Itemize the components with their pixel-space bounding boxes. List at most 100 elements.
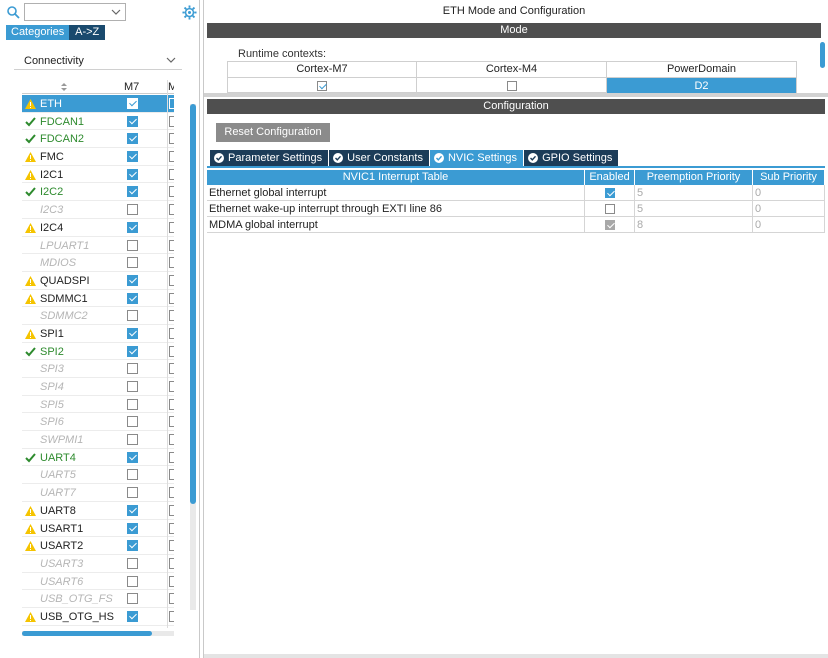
m4-checkbox[interactable]	[169, 133, 174, 145]
m4-checkbox[interactable]	[169, 381, 174, 392]
nvic-col-header-enabled[interactable]: Enabled	[585, 170, 635, 185]
vertical-scrollbar-thumb[interactable]	[190, 104, 196, 504]
nvic-col-header-preemption[interactable]: Preemption Priority	[635, 170, 753, 185]
gear-icon[interactable]	[182, 5, 197, 20]
ip-row-i2c3[interactable]: I2C3	[22, 201, 174, 219]
ip-row-sdmmc2[interactable]: SDMMC2	[22, 307, 174, 325]
m4-checkbox[interactable]	[169, 363, 174, 375]
m4-checkbox[interactable]	[169, 575, 174, 587]
ip-row-usart6[interactable]: USART6	[22, 572, 174, 591]
ip-row-fdcan1[interactable]: FDCAN1	[22, 112, 174, 131]
m4-checkbox[interactable]	[169, 522, 174, 534]
m4-checkbox[interactable]	[169, 292, 174, 304]
m7-checkbox[interactable]	[127, 327, 138, 339]
m4-checkbox[interactable]	[169, 115, 174, 127]
ip-row-usb-otg-fs[interactable]: USB_OTG_FS	[22, 590, 174, 608]
ip-row-usart2[interactable]: USART2	[22, 537, 174, 555]
m4-checkbox[interactable]	[169, 204, 174, 216]
ip-row-usb-otg-hs[interactable]: USB_OTG_HS	[22, 607, 174, 626]
m4-checkbox[interactable]	[169, 451, 174, 463]
m7-checkbox[interactable]	[127, 274, 138, 286]
mode-section-header[interactable]: Mode	[207, 23, 821, 38]
m7-checkbox[interactable]	[127, 487, 138, 499]
ip-row-swpmi1[interactable]: SWPMI1	[22, 431, 174, 449]
m4-checkbox[interactable]	[169, 345, 174, 357]
m4-checkbox[interactable]	[169, 310, 174, 322]
ip-row-lpuart1[interactable]: LPUART1	[22, 236, 174, 255]
m7-checkbox[interactable]	[127, 257, 138, 269]
m4-checkbox[interactable]	[169, 168, 174, 180]
m7-checkbox[interactable]	[127, 398, 138, 410]
m4-checkbox[interactable]	[169, 557, 174, 569]
sub-priority[interactable]: 0	[753, 217, 825, 233]
m4-checkbox[interactable]	[169, 610, 174, 622]
powerdomain-value[interactable]: D2	[607, 77, 796, 93]
search-input[interactable]	[24, 3, 126, 21]
ip-row-quadspi[interactable]: QUADSPI	[22, 271, 174, 290]
m4-checkbox[interactable]	[169, 186, 174, 198]
m7-checkbox[interactable]	[127, 151, 138, 163]
cortex-m4-checkbox[interactable]	[506, 81, 517, 91]
enabled-checkbox[interactable]	[605, 204, 615, 214]
m4-checkbox[interactable]	[169, 257, 174, 269]
tab-categories[interactable]: Categories	[6, 25, 70, 40]
ip-row-mdios[interactable]: MDIOS	[22, 254, 174, 272]
ip-row-spi2[interactable]: SPI2	[22, 342, 174, 361]
m4-checkbox[interactable]	[169, 593, 174, 605]
preemption-priority[interactable]: 5	[635, 201, 753, 217]
m4-checkbox[interactable]	[169, 434, 174, 446]
m4-checkbox[interactable]	[169, 274, 174, 286]
m4-checkbox[interactable]	[169, 487, 174, 499]
m7-checkbox[interactable]	[127, 540, 138, 552]
ip-row-i2c2[interactable]: I2C2	[22, 183, 174, 202]
m4-checkbox[interactable]	[169, 416, 174, 428]
nvic-col-header-name[interactable]: NVIC1 Interrupt Table	[207, 170, 585, 185]
horizontal-scrollbar-thumb[interactable]	[22, 631, 152, 636]
m4-checkbox[interactable]	[169, 327, 174, 339]
sub-priority[interactable]: 0	[753, 201, 825, 217]
m7-checkbox[interactable]	[127, 557, 138, 569]
m4-checkbox[interactable]	[169, 98, 174, 109]
m7-checkbox[interactable]	[127, 133, 138, 145]
m7-checkbox[interactable]	[127, 98, 138, 109]
m7-checkbox[interactable]	[127, 451, 138, 463]
ip-row-usart3[interactable]: USART3	[22, 554, 174, 573]
chevron-down-icon[interactable]	[166, 55, 176, 65]
category-dropdown[interactable]: Connectivity	[14, 50, 182, 70]
ip-row-spi3[interactable]: SPI3	[22, 360, 174, 378]
ip-row-uart4[interactable]: UART4	[22, 448, 174, 467]
ip-row-uart7[interactable]: UART7	[22, 484, 174, 502]
ip-row-spi5[interactable]: SPI5	[22, 395, 174, 414]
ip-row-fdcan2[interactable]: FDCAN2	[22, 130, 174, 149]
m7-checkbox[interactable]	[127, 204, 138, 216]
m7-checkbox[interactable]	[127, 416, 138, 428]
configuration-section-header[interactable]: Configuration	[207, 99, 825, 114]
m7-checkbox[interactable]	[127, 504, 138, 516]
ip-row-sdmmc1[interactable]: SDMMC1	[22, 289, 174, 308]
m4-checkbox[interactable]	[169, 469, 174, 481]
m4-checkbox[interactable]	[169, 221, 174, 233]
enabled-checkbox[interactable]	[605, 188, 615, 198]
preemption-priority[interactable]: 8	[635, 217, 753, 233]
m7-checkbox[interactable]	[127, 115, 138, 127]
m4-checkbox[interactable]	[169, 398, 174, 410]
m4-checkbox[interactable]	[169, 151, 174, 163]
m4-checkbox[interactable]	[169, 239, 174, 251]
m7-checkbox[interactable]	[127, 168, 138, 180]
sort-icon[interactable]	[60, 83, 68, 91]
ip-row-spi4[interactable]: SPI4	[22, 378, 174, 396]
tab-a-to-z[interactable]: A->Z	[69, 25, 106, 40]
preemption-priority[interactable]: 5	[635, 185, 753, 201]
m4-checkbox[interactable]	[169, 540, 174, 552]
ip-row-spi6[interactable]: SPI6	[22, 413, 174, 432]
m7-checkbox[interactable]	[127, 186, 138, 198]
m7-checkbox[interactable]	[127, 292, 138, 304]
m7-checkbox[interactable]	[127, 610, 138, 622]
vertical-scrollbar-thumb[interactable]	[820, 42, 825, 68]
m7-checkbox[interactable]	[127, 593, 138, 605]
tab-gpio-settings[interactable]: GPIO Settings	[524, 150, 619, 166]
ip-row-i2c4[interactable]: I2C4	[22, 218, 174, 237]
m7-checkbox[interactable]	[127, 469, 138, 481]
tab-user-constants[interactable]: User Constants	[329, 150, 429, 166]
chevron-down-icon[interactable]	[111, 7, 121, 17]
